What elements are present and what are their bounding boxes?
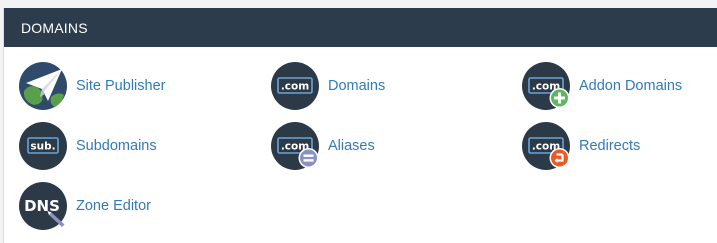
site-publisher-link[interactable]: Site Publisher [18,61,165,111]
dns-zone-editor-icon: DNS [19,182,67,230]
aliases-link[interactable]: .com Aliases [270,121,375,171]
item-label-aliases: Aliases [328,138,375,154]
item-label-addon-domains: Addon Domains [579,78,683,94]
subdomains-link[interactable]: sub. Subdomains [18,121,157,171]
dot-com-alias-icon: .com [271,122,319,170]
item-label-site-publisher: Site Publisher [76,78,166,94]
svg-text:DNS: DNS [24,197,60,215]
redirects-link[interactable]: .com Redirects [521,121,640,171]
item-label-zone-editor: Zone Editor [76,198,151,214]
item-label-redirects: Redirects [579,138,641,154]
addon-domains-link[interactable]: .com Addon Domains [521,61,682,111]
panel-title: DOMAINS [4,8,717,47]
dot-com-add-icon: .com [522,62,570,110]
dot-com-redirect-icon: .com [522,122,570,170]
item-label-domains: Domains [328,78,386,94]
domains-panel: DOMAINS Site Publisher .com Domains .com… [3,8,717,243]
zone-editor-link[interactable]: DNS Zone Editor [18,181,151,231]
sub-domain-icon: sub. [19,122,67,170]
domains-link[interactable]: .com Domains [270,61,385,111]
paper-plane-globe-icon [19,62,67,110]
dot-com-icon: .com [271,62,319,110]
svg-text:sub.: sub. [30,141,55,153]
item-label-subdomains: Subdomains [76,138,157,154]
svg-text:.com: .com [281,81,309,93]
